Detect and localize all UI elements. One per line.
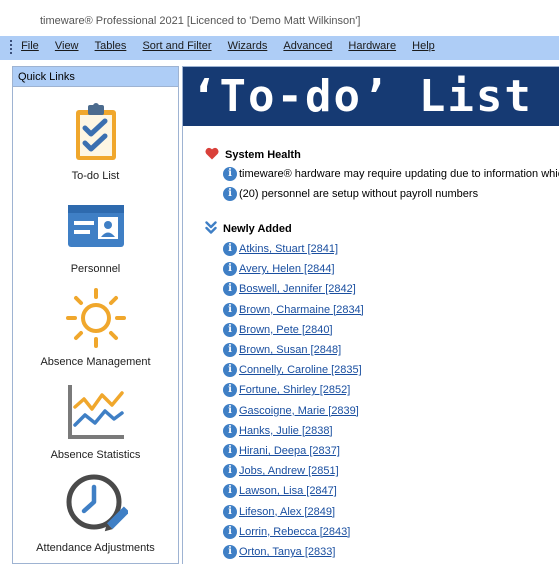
clock-pencil-icon <box>66 474 128 532</box>
person-link[interactable]: Boswell, Jennifer [2842] <box>239 283 356 295</box>
info-icon: i <box>223 383 237 398</box>
newly-added-section: Newly Added <box>205 221 292 235</box>
menu-view[interactable]: View <box>55 40 79 52</box>
person-link[interactable]: Brown, Pete [2840] <box>239 324 333 336</box>
health-message[interactable]: i (20) personnel are setup without payrol… <box>223 186 478 202</box>
info-icon: i <box>223 504 237 519</box>
page-title: ‘To-do’ List <box>183 67 559 126</box>
info-icon: i <box>223 302 237 317</box>
quick-link-absence-management[interactable]: Absence Management <box>13 286 178 368</box>
menu-advanced[interactable]: Advanced <box>283 40 332 52</box>
person-row: i Lawson, Lisa [2847] <box>223 483 337 499</box>
person-row: i Brown, Susan [2848] <box>223 342 341 358</box>
info-icon: i <box>223 262 237 277</box>
info-icon: i <box>223 484 237 499</box>
todo-content-pane: ‘To-do’ List System Health i timeware® ha… <box>182 66 559 564</box>
newly-added-heading: Newly Added <box>223 223 292 235</box>
person-link[interactable]: Jobs, Andrew [2851] <box>239 465 339 477</box>
line-chart-icon <box>67 385 124 439</box>
quick-link-absence-statistics[interactable]: Absence Statistics <box>13 379 178 461</box>
person-row: i Boswell, Jennifer [2842] <box>223 281 356 297</box>
info-icon: i <box>223 167 237 182</box>
person-link[interactable]: Fortune, Shirley [2852] <box>239 384 350 396</box>
quick-link-label: Absence Management <box>40 356 151 368</box>
person-link[interactable]: Gascoigne, Marie [2839] <box>239 405 359 417</box>
system-health-heading: System Health <box>225 149 301 161</box>
person-link[interactable]: Connelly, Caroline [2835] <box>239 364 362 376</box>
menu-sort-and-filter[interactable]: Sort and Filter <box>142 40 211 52</box>
quick-link-label: Absence Statistics <box>50 449 141 461</box>
menu-grip-icon[interactable] <box>10 40 12 54</box>
person-link[interactable]: Brown, Charmaine [2834] <box>239 304 364 316</box>
info-icon: i <box>223 322 237 337</box>
menu-file[interactable]: File <box>21 40 39 52</box>
quick-link-label: Personnel <box>70 263 121 275</box>
info-icon: i <box>223 242 237 257</box>
person-row: i Lifeson, Alex [2849] <box>223 504 335 520</box>
person-link[interactable]: Hirani, Deepa [2837] <box>239 445 340 457</box>
person-row: i Connelly, Caroline [2835] <box>223 362 362 378</box>
quick-link-attendance-adjustments[interactable]: Attendance Adjustments <box>13 472 178 554</box>
chevron-double-down-icon <box>205 221 217 234</box>
person-link[interactable]: Lifeson, Alex [2849] <box>239 506 335 518</box>
quick-links-panel: Quick Links To-do List Personnel Absence… <box>12 66 179 564</box>
person-row: i Hirani, Deepa [2837] <box>223 443 340 459</box>
info-icon: i <box>223 363 237 378</box>
quick-link-personnel[interactable]: Personnel <box>13 193 178 275</box>
person-link[interactable]: Orton, Tanya [2833] <box>239 546 335 558</box>
health-message-text: timeware® hardware may require updating … <box>239 168 559 180</box>
person-row: i Fortune, Shirley [2852] <box>223 382 350 398</box>
person-link[interactable]: Avery, Helen [2844] <box>239 263 335 275</box>
person-row: i Hanks, Julie [2838] <box>223 423 333 439</box>
person-link[interactable]: Brown, Susan [2848] <box>239 344 341 356</box>
person-row: i Lorrin, Rebecca [2843] <box>223 524 350 540</box>
info-icon: i <box>223 444 237 459</box>
quick-links-header: Quick Links <box>13 67 178 87</box>
person-row: i Jobs, Andrew [2851] <box>223 463 339 479</box>
id-card-icon <box>67 205 124 247</box>
health-message-text: (20) personnel are setup without payroll… <box>239 188 479 200</box>
person-link[interactable]: Lawson, Lisa [2847] <box>239 485 337 497</box>
quick-link-todo-list[interactable]: To-do List <box>13 100 178 182</box>
menu-bar: File View Tables Sort and Filter Wizards… <box>0 36 559 60</box>
info-icon: i <box>223 403 237 418</box>
clipboard-check-icon <box>75 103 116 160</box>
person-link[interactable]: Atkins, Stuart [2841] <box>239 243 338 255</box>
person-row: i Brown, Pete [2840] <box>223 322 333 338</box>
quick-link-label: Attendance Adjustments <box>36 542 155 554</box>
person-row: i Avery, Helen [2844] <box>223 261 335 277</box>
info-icon: i <box>223 423 237 438</box>
info-icon: i <box>223 545 237 560</box>
menu-tables[interactable]: Tables <box>95 40 127 52</box>
health-message[interactable]: i timeware® hardware may require updating… <box>223 166 559 182</box>
person-row: i Orton, Tanya [2833] <box>223 544 335 560</box>
menu-hardware[interactable]: Hardware <box>348 40 396 52</box>
person-link[interactable]: Lorrin, Rebecca [2843] <box>239 526 350 538</box>
info-icon: i <box>223 343 237 358</box>
quick-link-label: To-do List <box>71 170 120 182</box>
window-title: timeware® Professional 2021 [Licenced to… <box>0 0 559 36</box>
info-icon: i <box>223 282 237 297</box>
menu-help[interactable]: Help <box>412 40 435 52</box>
person-row: i Atkins, Stuart [2841] <box>223 241 338 257</box>
info-icon: i <box>223 524 237 539</box>
info-icon: i <box>223 464 237 479</box>
menu-wizards[interactable]: Wizards <box>228 40 268 52</box>
person-link[interactable]: Hanks, Julie [2838] <box>239 425 333 437</box>
person-row: i Brown, Charmaine [2834] <box>223 302 364 318</box>
info-icon: i <box>223 187 237 202</box>
person-row: i Gascoigne, Marie [2839] <box>223 403 359 419</box>
heart-icon <box>205 147 219 160</box>
sun-icon <box>65 288 126 348</box>
system-health-section: System Health <box>205 147 301 161</box>
